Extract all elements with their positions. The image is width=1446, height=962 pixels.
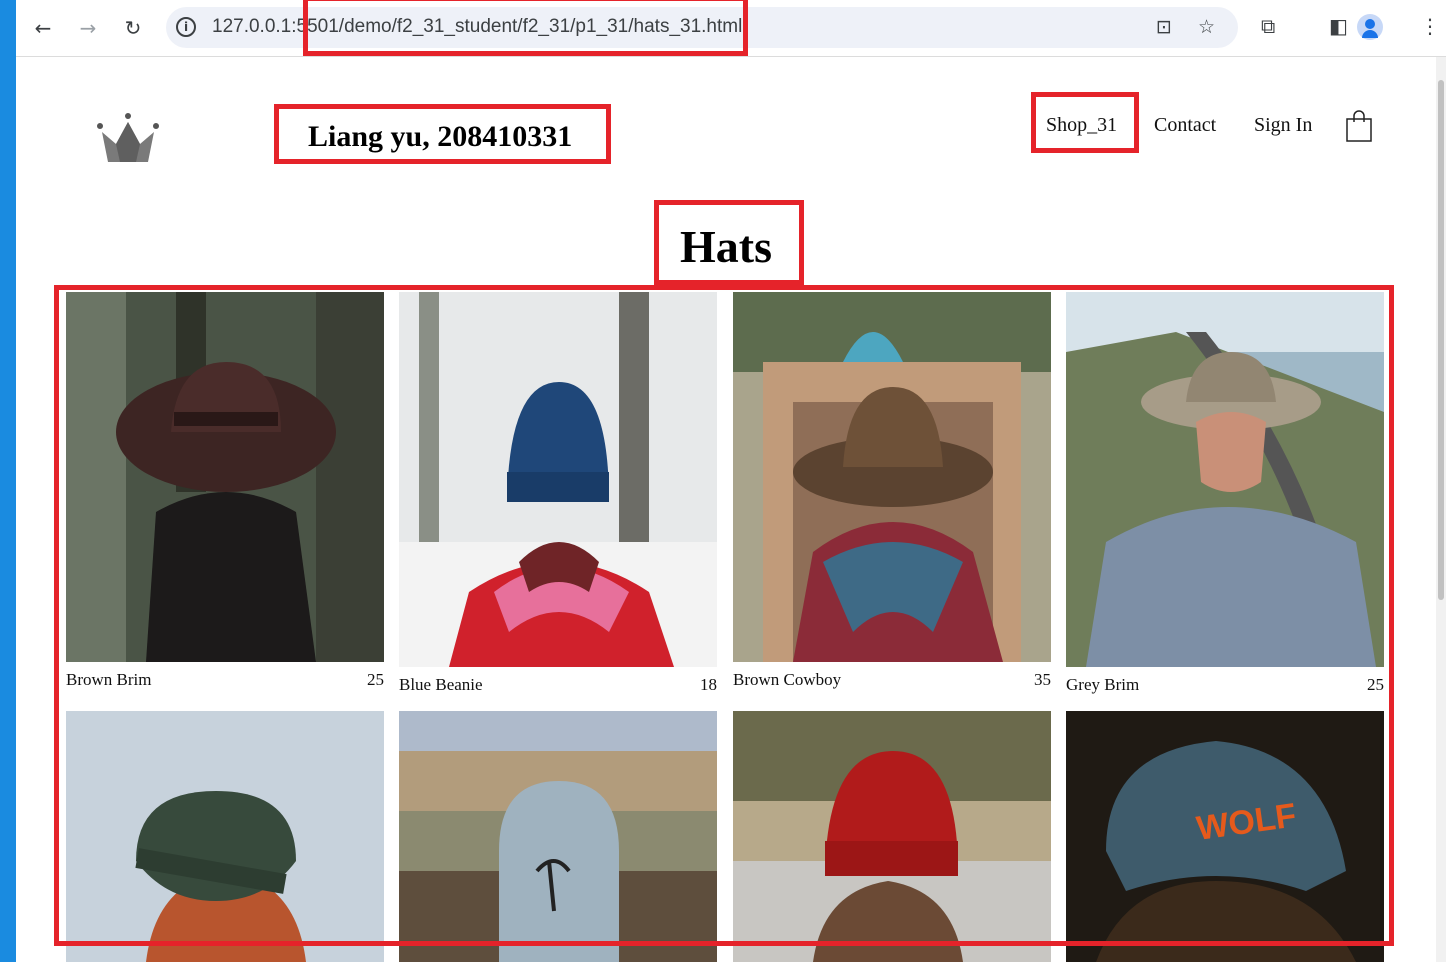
product-image[interactable] [733, 711, 1051, 962]
product-image[interactable] [733, 292, 1051, 662]
product-name: Brown Brim [66, 670, 152, 689]
student-label: Liang yu, 208410331 [308, 120, 573, 153]
product-image[interactable] [66, 711, 384, 962]
address-bar[interactable]: i 127.0.0.1:5501/demo/f2_31_student/f2_3… [166, 7, 1238, 48]
product-caption: Brown Brim 25 [66, 670, 384, 690]
side-panel-icon[interactable]: ◧ [1329, 14, 1348, 38]
product-name: Grey Brim [1066, 675, 1140, 694]
product-price: 25 [367, 670, 384, 689]
address-url[interactable]: 127.0.0.1:5501/demo/f2_31_student/f2_31/… [212, 16, 742, 38]
product-image[interactable] [399, 292, 717, 667]
product-price: 35 [1034, 670, 1051, 689]
product-name: Brown Cowboy [733, 670, 842, 689]
product-caption: Brown Cowboy 35 [733, 670, 1051, 690]
product-image[interactable] [399, 711, 717, 962]
bookmark-star-icon[interactable]: ☆ [1198, 16, 1215, 38]
page-title: Hats [680, 221, 772, 272]
profile-avatar-icon[interactable] [1357, 14, 1383, 40]
product-image[interactable] [1066, 292, 1384, 667]
back-arrow-icon[interactable]: ← [29, 14, 57, 42]
product-name: Blue Beanie [399, 675, 483, 694]
extensions-icon[interactable]: ⧉ [1261, 14, 1275, 38]
nav-contact-link[interactable]: Contact [1154, 114, 1216, 137]
crown-logo-icon[interactable] [96, 112, 160, 164]
forward-arrow-icon[interactable]: → [74, 14, 102, 42]
product-caption: Grey Brim 25 [1066, 675, 1384, 695]
product-caption: Blue Beanie 18 [399, 675, 717, 695]
translate-icon[interactable]: ⊡ [1156, 16, 1172, 38]
site-info-icon[interactable]: i [176, 17, 196, 37]
desktop-edge [0, 0, 16, 962]
product-image[interactable]: WOLF [1066, 711, 1384, 962]
reload-icon[interactable]: ↻ [119, 14, 147, 42]
menu-kebab-icon[interactable]: ⋮ [1420, 14, 1440, 38]
product-price: 25 [1367, 675, 1384, 694]
product-price: 18 [700, 675, 717, 694]
nav-shop-link[interactable]: Shop_31 [1046, 114, 1117, 137]
shopping-bag-icon[interactable] [1346, 110, 1372, 142]
product-image[interactable] [66, 292, 384, 662]
scrollbar-thumb[interactable] [1438, 80, 1444, 600]
browser-toolbar: ← → ↻ i 127.0.0.1:5501/demo/f2_31_studen… [16, 0, 1446, 57]
nav-signin-link[interactable]: Sign In [1254, 114, 1312, 137]
